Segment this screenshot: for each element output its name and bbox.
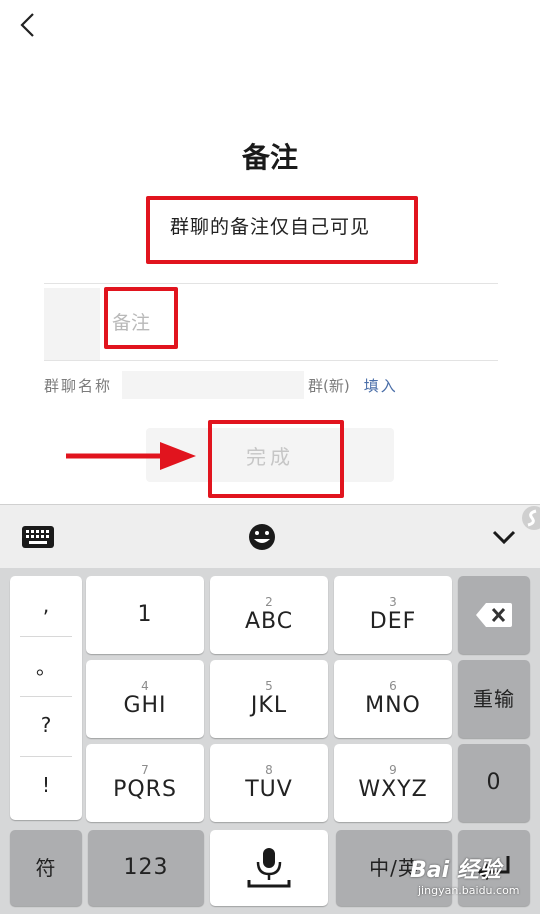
punct-period-key[interactable]: 。	[10, 636, 82, 694]
divider-bottom	[44, 360, 498, 361]
key-3-def[interactable]: 3 DEF	[334, 576, 452, 654]
group-name-row: 群聊名称 群(新) 填入	[44, 371, 504, 399]
group-avatar	[44, 288, 100, 360]
key-0[interactable]: 0	[458, 744, 530, 822]
key-9-wxyz[interactable]: 9 WXYZ	[334, 744, 452, 822]
watermark: Bai 经验 jingyan.baidu.com	[410, 858, 520, 897]
punctuation-column: , 。 ? !	[10, 576, 82, 820]
symbol-key[interactable]: 符	[10, 830, 82, 906]
page-title: 备注	[241, 141, 298, 174]
reinput-key[interactable]: 重输	[458, 660, 530, 738]
fill-in-link[interactable]: 填入	[364, 375, 398, 396]
key-4-ghi[interactable]: 4 GHI	[86, 660, 204, 738]
punct-exclaim-key[interactable]: !	[10, 756, 82, 814]
delete-key[interactable]	[458, 576, 530, 654]
chevron-left-icon	[20, 13, 34, 37]
divider-top	[44, 283, 498, 284]
key-7-pqrs[interactable]: 7 PQRS	[86, 744, 204, 822]
group-name-value	[122, 371, 304, 399]
emoji-icon[interactable]	[244, 521, 280, 553]
backspace-icon	[476, 603, 512, 627]
arrow-annotation-icon	[66, 442, 196, 470]
group-name-suffix: 群(新)	[308, 376, 350, 395]
keyboard-icon[interactable]	[20, 521, 56, 553]
voice-key[interactable]	[210, 830, 328, 906]
group-name-label: 群聊名称	[44, 376, 113, 395]
remark-input[interactable]	[112, 300, 492, 346]
punct-comma-key[interactable]: ,	[10, 576, 82, 634]
key-5-jkl[interactable]: 5 JKL	[210, 660, 328, 738]
sogou-logo-icon	[522, 506, 540, 530]
key-8-tuv[interactable]: 8 TUV	[210, 744, 328, 822]
back-button[interactable]	[14, 10, 44, 40]
numbers-key[interactable]: 123	[88, 830, 204, 906]
key-2-abc[interactable]: 2 ABC	[210, 576, 328, 654]
remark-hint-text: 群聊的备注仅自己可见	[169, 216, 370, 238]
key-1[interactable]: 1	[86, 576, 204, 654]
key-6-mno[interactable]: 6 MNO	[334, 660, 452, 738]
punct-question-key[interactable]: ?	[10, 696, 82, 754]
keyboard-toolbar	[0, 504, 540, 568]
microphone-icon	[247, 848, 291, 888]
